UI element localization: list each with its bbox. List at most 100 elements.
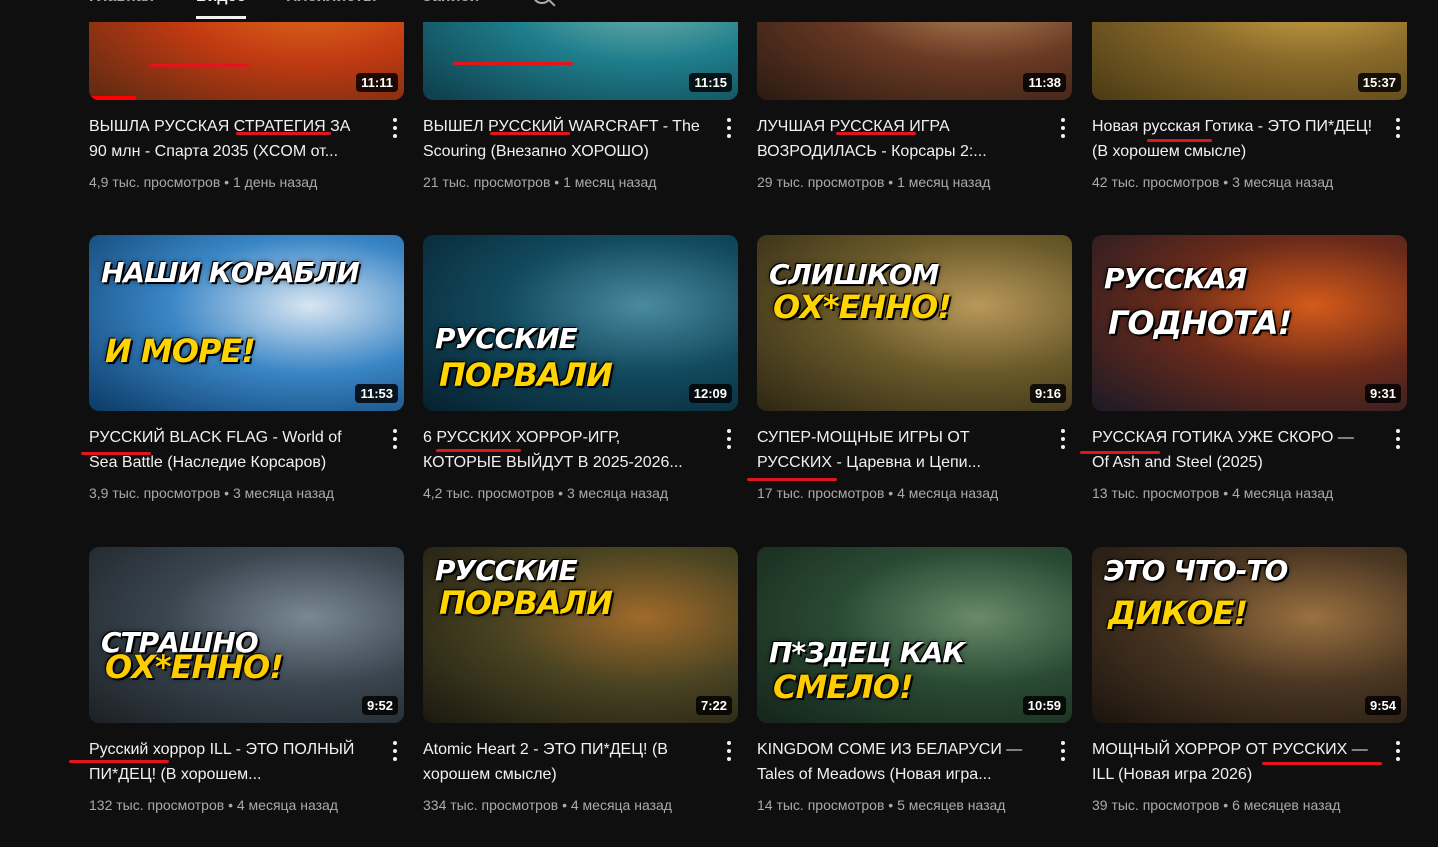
duration-badge: 9:16 (1029, 384, 1066, 403)
view-count: 21 тыс. просмотров (423, 174, 551, 190)
red-underline-mark (747, 478, 837, 481)
video-card-atomic-heart-2[interactable]: РУССКИЕ ПОРВАЛИ 7:22 Atomic Heart 2 - ЭТО П… (423, 547, 738, 847)
more-actions-icon[interactable] (719, 739, 739, 763)
more-actions-icon[interactable] (1053, 116, 1073, 140)
upload-age: 3 месяца назад (1232, 174, 1334, 190)
upload-age: 4 месяца назад (1232, 485, 1334, 501)
duration-badge: 11:53 (355, 384, 398, 403)
video-meta: 42 тыс. просмотров • 3 месяца назад (1092, 174, 1402, 190)
more-actions-icon[interactable] (385, 116, 405, 140)
video-meta: 334 тыс. просмотров • 4 месяца назад (423, 797, 733, 813)
video-thumbnail[interactable]: РУССКАЯ ГОДНОТА! 9:31 (1092, 235, 1407, 411)
upload-age: 4 месяца назад (236, 797, 338, 813)
thumbnail-caption: РУССКИЕ (435, 554, 578, 587)
video-meta: 13 тыс. просмотров • 4 месяца назад (1092, 485, 1402, 501)
video-thumbnail[interactable]: НАШИ КОРАБЛИ И МОРЕ! 11:53 (89, 235, 404, 411)
upload-age: 3 месяца назад (566, 485, 669, 501)
meta-separator: • (224, 797, 237, 813)
more-actions-icon[interactable] (1388, 427, 1408, 451)
duration-badge: 9:31 (1364, 384, 1401, 403)
video-card-ill-2026[interactable]: ЭТО ЧТО-ТО ДИКОЕ! 9:54 МОЩНЫЙ ХОРРОР ОТ РУС… (1092, 547, 1407, 847)
duration-badge: 9:52 (361, 696, 398, 715)
thumbnail-caption-secondary: ОХ*ЕННО! (773, 288, 952, 326)
duration-badge: 7:22 (695, 696, 732, 715)
video-card-6-horror-games[interactable]: РУССКИЕ ПОРВАЛИ 12:09 6 РУССКИХ ХОРРОР-ИГР,… (423, 235, 738, 535)
video-thumbnail[interactable]: РУССКИЕ ПОРВАЛИ 12:09 (423, 235, 738, 411)
watch-progress-bar (89, 96, 137, 100)
red-underline-mark (1262, 762, 1382, 765)
meta-separator: • (1219, 797, 1233, 813)
view-count: 14 тыс. просмотров (757, 797, 885, 813)
more-actions-icon[interactable] (1053, 427, 1073, 451)
tab-home[interactable]: Главная (89, 0, 154, 16)
upload-age: 1 день назад (232, 174, 318, 190)
view-count: 17 тыс. просмотров (757, 485, 885, 501)
meta-separator: • (550, 174, 564, 190)
thumbnail-caption-secondary: ГОДНОТА! (1108, 304, 1292, 342)
duration-badge: 11:11 (356, 73, 398, 92)
video-title[interactable]: ВЫШЕЛ РУССКИЙ WARCRAFT - The Scouring (В… (423, 114, 703, 164)
video-thumbnail[interactable]: СТРАШНО ОХ*ЕННО! 9:52 (89, 547, 404, 723)
video-thumbnail[interactable]: ЭТО ЧТО-ТО ДИКОЕ! 9:54 (1092, 547, 1407, 723)
red-underline-mark (436, 449, 521, 452)
video-title[interactable]: СУПЕР-МОЩНЫЕ ИГРЫ ОТ РУССКИХ - Царевна и… (757, 425, 1037, 475)
video-meta: 132 тыс. просмотров • 4 месяца назад (89, 797, 399, 813)
video-title[interactable]: Новая русская Готика - ЭТО ПИ*ДЕЦ! (В хо… (1092, 114, 1372, 164)
more-actions-icon[interactable] (719, 427, 739, 451)
video-card-sparta-2035[interactable]: РУССКИЙ XCOMСПАРТА 203511:11ВЫШЛА РУССКА… (89, 0, 404, 224)
upload-age: 3 месяца назад (232, 485, 335, 501)
red-underline-mark (836, 132, 916, 135)
thumbnail-caption: СЛИШКОМ (769, 258, 939, 291)
upload-age: 1 месяц назад (563, 174, 657, 190)
upload-age: 6 месяцев назад (1232, 797, 1341, 813)
duration-badge: 11:15 (689, 73, 732, 92)
video-thumbnail[interactable]: СЛИШКОМ ОХ*ЕННО! 9:16 (757, 235, 1072, 411)
duration-badge: 10:59 (1022, 696, 1066, 715)
tab-posts[interactable]: Записи (422, 0, 479, 16)
video-meta: 14 тыс. просмотров • 5 месяцев назад (757, 797, 1067, 813)
thumbnail-caption: ЭТО ЧТО-ТО (1104, 554, 1288, 587)
red-underline-mark (69, 760, 169, 763)
duration-badge: 11:38 (1023, 73, 1066, 92)
view-count: 13 тыс. просмотров (1092, 485, 1220, 501)
video-card-korsary-2[interactable]: ЭТО ПРОСТООХ*ЕННО!11:38ЛУЧШАЯ РУССКАЯ ИГ… (757, 0, 1072, 224)
view-count: 132 тыс. просмотров (89, 797, 225, 813)
video-title[interactable]: РУССКИЙ BLACK FLAG - World of Sea Battle… (89, 425, 369, 475)
red-underline-mark (236, 132, 331, 135)
video-title[interactable]: ЛУЧШАЯ РУССКАЯ ИГРА ВОЗРОДИЛАСЬ - Корсар… (757, 114, 1037, 164)
video-card-warcraft-scouring[interactable]: РОССИЙСКИЙ WARCRAFT 4THE SCOURING11:15ВЫ… (423, 0, 738, 224)
video-title[interactable]: KINGDOM COME ИЗ БЕЛАРУСИ — Tales of Mead… (757, 737, 1037, 787)
thumbnail-caption-secondary: И МОРЕ! (105, 332, 256, 370)
meta-separator: • (558, 797, 571, 813)
more-actions-icon[interactable] (719, 116, 739, 140)
thumbnail-caption: РУССКИЕ (435, 322, 578, 355)
more-actions-icon[interactable] (385, 739, 405, 763)
red-underline-mark (81, 452, 151, 455)
video-title[interactable]: РУССКАЯ ГОТИКА УЖЕ СКОРО — Of Ash and St… (1092, 425, 1372, 475)
thumbnail-caption: РУССКАЯ (1104, 262, 1247, 295)
tab-playlists[interactable]: Плейлисты (286, 0, 377, 16)
video-meta: 21 тыс. просмотров • 1 месяц назад (423, 174, 733, 190)
more-actions-icon[interactable] (1053, 739, 1073, 763)
thumbnail-caption: НАШИ КОРАБЛИ (101, 256, 360, 289)
video-card-ill[interactable]: СТРАШНО ОХ*ЕННО! 9:52 Русский хоррор ILL - … (69, 547, 405, 847)
video-thumbnail[interactable]: РУССКИЕ ПОРВАЛИ 7:22 (423, 547, 738, 723)
video-card-russian-gothic[interactable]: ЭТО ПРОСТООХ*ЕННО!15:37Новая русская Гот… (1092, 0, 1407, 224)
tab-videos[interactable]: Видео (196, 0, 247, 19)
video-card-tales-of-meadows[interactable]: П*ЗДЕЦ КАК СМЕЛО! 10:59 KINGDOM COME ИЗ БЕЛ… (757, 547, 1072, 847)
thumbnail-caption-secondary: ДИКОЕ! (1108, 594, 1248, 632)
meta-separator: • (1219, 485, 1233, 501)
video-card-of-ash-and-steel[interactable]: РУССКАЯ ГОДНОТА! 9:31 РУССКАЯ ГОТИКА УЖЕ СК… (1080, 235, 1408, 535)
more-actions-icon[interactable] (385, 427, 405, 451)
more-actions-icon[interactable] (1388, 739, 1408, 763)
video-title[interactable]: ВЫШЛА РУССКАЯ СТРАТЕГИЯ ЗА 90 млн - Спар… (89, 114, 369, 164)
meta-separator: • (884, 797, 898, 813)
video-card-world-of-sea-battle[interactable]: НАШИ КОРАБЛИ И МОРЕ! 11:53 РУССКИЙ BLACK FL… (81, 235, 405, 535)
search-icon[interactable] (532, 0, 552, 4)
video-title[interactable]: Atomic Heart 2 - ЭТО ПИ*ДЕЦ! (В хорошем … (423, 737, 703, 787)
view-count: 29 тыс. просмотров (757, 174, 885, 190)
video-thumbnail[interactable]: П*ЗДЕЦ КАК СМЕЛО! 10:59 (757, 547, 1072, 723)
more-actions-icon[interactable] (1388, 116, 1408, 140)
upload-age: 1 месяц назад (897, 174, 991, 190)
video-card-tsarevna[interactable]: СЛИШКОМ ОХ*ЕННО! 9:16 СУПЕР-МОЩНЫЕ ИГРЫ ОТ … (747, 235, 1073, 535)
